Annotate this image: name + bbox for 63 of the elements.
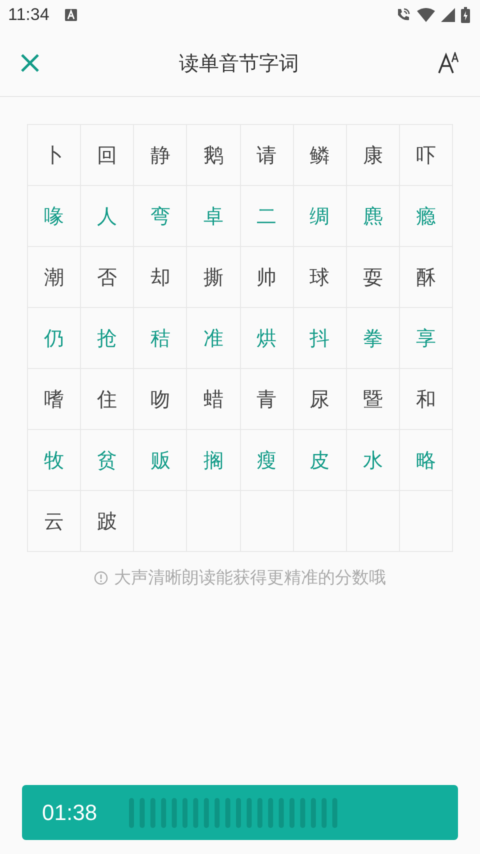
character-cell: 和 bbox=[400, 369, 453, 430]
character-cell: 贩 bbox=[134, 430, 188, 491]
character-cell: 绸 bbox=[294, 186, 347, 247]
call-icon bbox=[395, 7, 411, 23]
character-cell: 皮 bbox=[294, 430, 347, 491]
character-cell: 暨 bbox=[346, 369, 400, 430]
character-cell: 牧 bbox=[28, 430, 82, 491]
character-cell: 云 bbox=[28, 491, 82, 552]
character-cell: 略 bbox=[400, 430, 453, 491]
character-cell: 康 bbox=[346, 125, 400, 186]
character-cell: 抖 bbox=[294, 308, 347, 369]
character-cell: 蜡 bbox=[187, 369, 240, 430]
character-cell: 青 bbox=[240, 369, 294, 430]
character-cell: 耍 bbox=[346, 247, 400, 308]
status-time: 11:34 bbox=[8, 5, 50, 25]
character-cell: 卓 bbox=[187, 186, 240, 247]
character-cell: 抢 bbox=[81, 308, 134, 369]
character-cell: 鳞 bbox=[294, 125, 347, 186]
page-title: 读单音节字词 bbox=[178, 50, 300, 76]
character-cell: 瘦 bbox=[240, 430, 294, 491]
character-cell: 搁 bbox=[187, 430, 240, 491]
character-cell: 秸 bbox=[134, 308, 188, 369]
character-cell: 帅 bbox=[240, 247, 294, 308]
character-cell: 撕 bbox=[187, 247, 240, 308]
character-cell: 否 bbox=[81, 247, 134, 308]
character-cell: 弯 bbox=[134, 186, 188, 247]
character-cell: 水 bbox=[346, 430, 400, 491]
character-cell: 吻 bbox=[134, 369, 188, 430]
character-cell: 酥 bbox=[400, 247, 453, 308]
character-cell: 吓 bbox=[400, 125, 453, 186]
character-cell: 嗜 bbox=[28, 369, 82, 430]
recording-time: 01:38 bbox=[42, 800, 98, 826]
signal-icon bbox=[441, 8, 455, 22]
wifi-icon bbox=[417, 8, 435, 22]
waveform-icon bbox=[129, 798, 340, 828]
info-icon bbox=[94, 570, 108, 584]
character-cell: 球 bbox=[294, 247, 347, 308]
character-cell: 瘾 bbox=[400, 186, 453, 247]
font-size-icon[interactable] bbox=[438, 52, 460, 74]
character-cell: 跛 bbox=[81, 491, 134, 552]
hint-text: 大声清晰朗读能获得更精准的分数哦 bbox=[114, 567, 386, 589]
character-cell: 鹅 bbox=[187, 125, 240, 186]
battery-icon bbox=[461, 7, 470, 23]
character-cell: 准 bbox=[187, 308, 240, 369]
character-cell: 请 bbox=[240, 125, 294, 186]
character-cell: 二 bbox=[240, 186, 294, 247]
character-cell: 潮 bbox=[28, 247, 82, 308]
character-cell: 卜 bbox=[28, 125, 82, 186]
character-cell: 尿 bbox=[294, 369, 347, 430]
close-icon[interactable] bbox=[20, 53, 40, 73]
character-cell: 贫 bbox=[81, 430, 134, 491]
character-cell: 烘 bbox=[240, 308, 294, 369]
character-cell: 喙 bbox=[28, 186, 82, 247]
character-cell: 麃 bbox=[346, 186, 400, 247]
character-cell: 住 bbox=[81, 369, 134, 430]
character-cell: 人 bbox=[81, 186, 134, 247]
character-cell: 回 bbox=[81, 125, 134, 186]
character-cell: 却 bbox=[134, 247, 188, 308]
character-cell: 仍 bbox=[28, 308, 82, 369]
character-cell: 拳 bbox=[346, 308, 400, 369]
character-cell: 静 bbox=[134, 125, 188, 186]
notification-icon bbox=[65, 9, 78, 21]
character-cell: 享 bbox=[400, 308, 453, 369]
